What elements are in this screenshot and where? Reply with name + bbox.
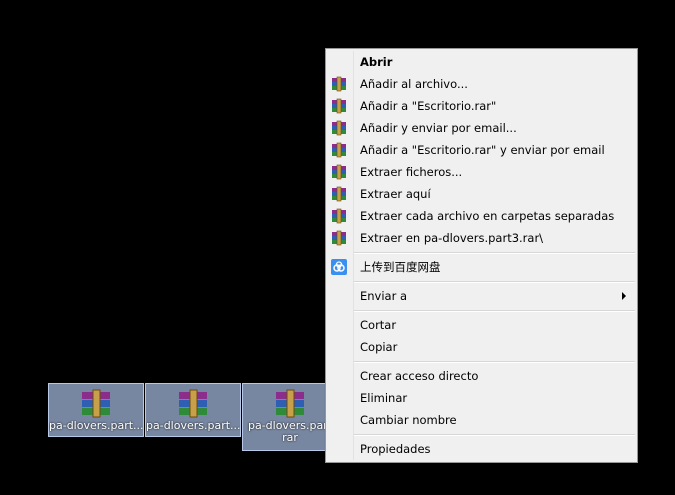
menu-item-label: Añadir al archivo... <box>360 77 468 91</box>
menu-separator <box>354 310 635 312</box>
menu-item-properties[interactable]: Propiedades <box>326 438 637 460</box>
desktop-icon-label: pa-dlovers.part... <box>49 420 143 432</box>
winrar-icon <box>332 120 346 136</box>
menu-item-extract-here[interactable]: Extraer aquí <box>326 183 637 205</box>
menu-item-add-to-archive[interactable]: Añadir al archivo... <box>326 73 637 95</box>
menu-item-create-shortcut[interactable]: Crear acceso directo <box>326 365 637 387</box>
menu-item-label: Extraer aquí <box>360 187 431 201</box>
menu-item-label: Abrir <box>360 55 393 69</box>
desktop-icon-rar-file-3[interactable]: pa-dlovers.part rar <box>242 383 338 451</box>
winrar-icon <box>332 98 346 114</box>
menu-item-baidu-upload[interactable]: 上传到百度网盘 <box>326 256 637 278</box>
winrar-icon <box>332 186 346 202</box>
menu-item-label: Añadir a "Escritorio.rar" <box>360 99 497 113</box>
menu-item-label: Enviar a <box>360 289 408 303</box>
menu-item-label: Eliminar <box>360 391 408 405</box>
menu-item-extract-each-separate[interactable]: Extraer cada archivo en carpetas separad… <box>326 205 637 227</box>
menu-item-add-to-escritorio-rar[interactable]: Añadir a "Escritorio.rar" <box>326 95 637 117</box>
menu-item-label: Crear acceso directo <box>360 369 479 383</box>
winrar-icon <box>332 208 346 224</box>
menu-item-label: Cambiar nombre <box>360 413 457 427</box>
desktop-icon-label: pa-dlovers.part rar <box>247 420 333 444</box>
menu-item-rename[interactable]: Cambiar nombre <box>326 409 637 431</box>
menu-item-label: 上传到百度网盘 <box>360 260 441 274</box>
winrar-icon <box>332 164 346 180</box>
menu-separator <box>354 281 635 283</box>
menu-item-abrir[interactable]: Abrir <box>326 51 637 73</box>
desktop-icon-rar-file-1[interactable]: pa-dlovers.part... <box>48 383 144 437</box>
menu-item-add-escritorio-and-email[interactable]: Añadir a "Escritorio.rar" y enviar por e… <box>326 139 637 161</box>
context-menu: Abrir Añadir al archivo... Añadir a "Esc… <box>325 48 638 463</box>
menu-separator <box>354 252 635 254</box>
menu-item-extract-files[interactable]: Extraer ficheros... <box>326 161 637 183</box>
menu-item-cut[interactable]: Cortar <box>326 314 637 336</box>
submenu-arrow-icon <box>622 292 626 300</box>
winrar-archive-icon <box>276 389 304 418</box>
menu-item-send-to[interactable]: Enviar a <box>326 285 637 307</box>
winrar-icon <box>332 142 346 158</box>
menu-item-label: Añadir a "Escritorio.rar" y enviar por e… <box>360 143 605 157</box>
menu-item-delete[interactable]: Eliminar <box>326 387 637 409</box>
winrar-archive-icon <box>179 389 207 418</box>
menu-separator <box>354 434 635 436</box>
desktop-icon-rar-file-2[interactable]: pa-dlovers.part... <box>145 383 241 437</box>
winrar-icon <box>332 230 346 246</box>
menu-separator <box>354 361 635 363</box>
menu-item-label: Extraer ficheros... <box>360 165 463 179</box>
menu-item-label: Propiedades <box>360 442 431 456</box>
menu-item-copy[interactable]: Copiar <box>326 336 637 358</box>
desktop-icon-label: pa-dlovers.part... <box>146 420 240 432</box>
menu-item-extract-to-folder[interactable]: Extraer en pa-dlovers.part3.rar\ <box>326 227 637 249</box>
winrar-icon <box>332 76 346 92</box>
menu-item-label: Extraer cada archivo en carpetas separad… <box>360 209 615 223</box>
menu-item-label: Extraer en pa-dlovers.part3.rar\ <box>360 231 544 245</box>
winrar-archive-icon <box>82 389 110 418</box>
menu-item-label: Cortar <box>360 318 397 332</box>
baidu-netdisk-icon <box>331 259 347 275</box>
menu-item-label: Añadir y enviar por email... <box>360 121 517 135</box>
menu-item-add-and-email[interactable]: Añadir y enviar por email... <box>326 117 637 139</box>
menu-item-label: Copiar <box>360 340 398 354</box>
